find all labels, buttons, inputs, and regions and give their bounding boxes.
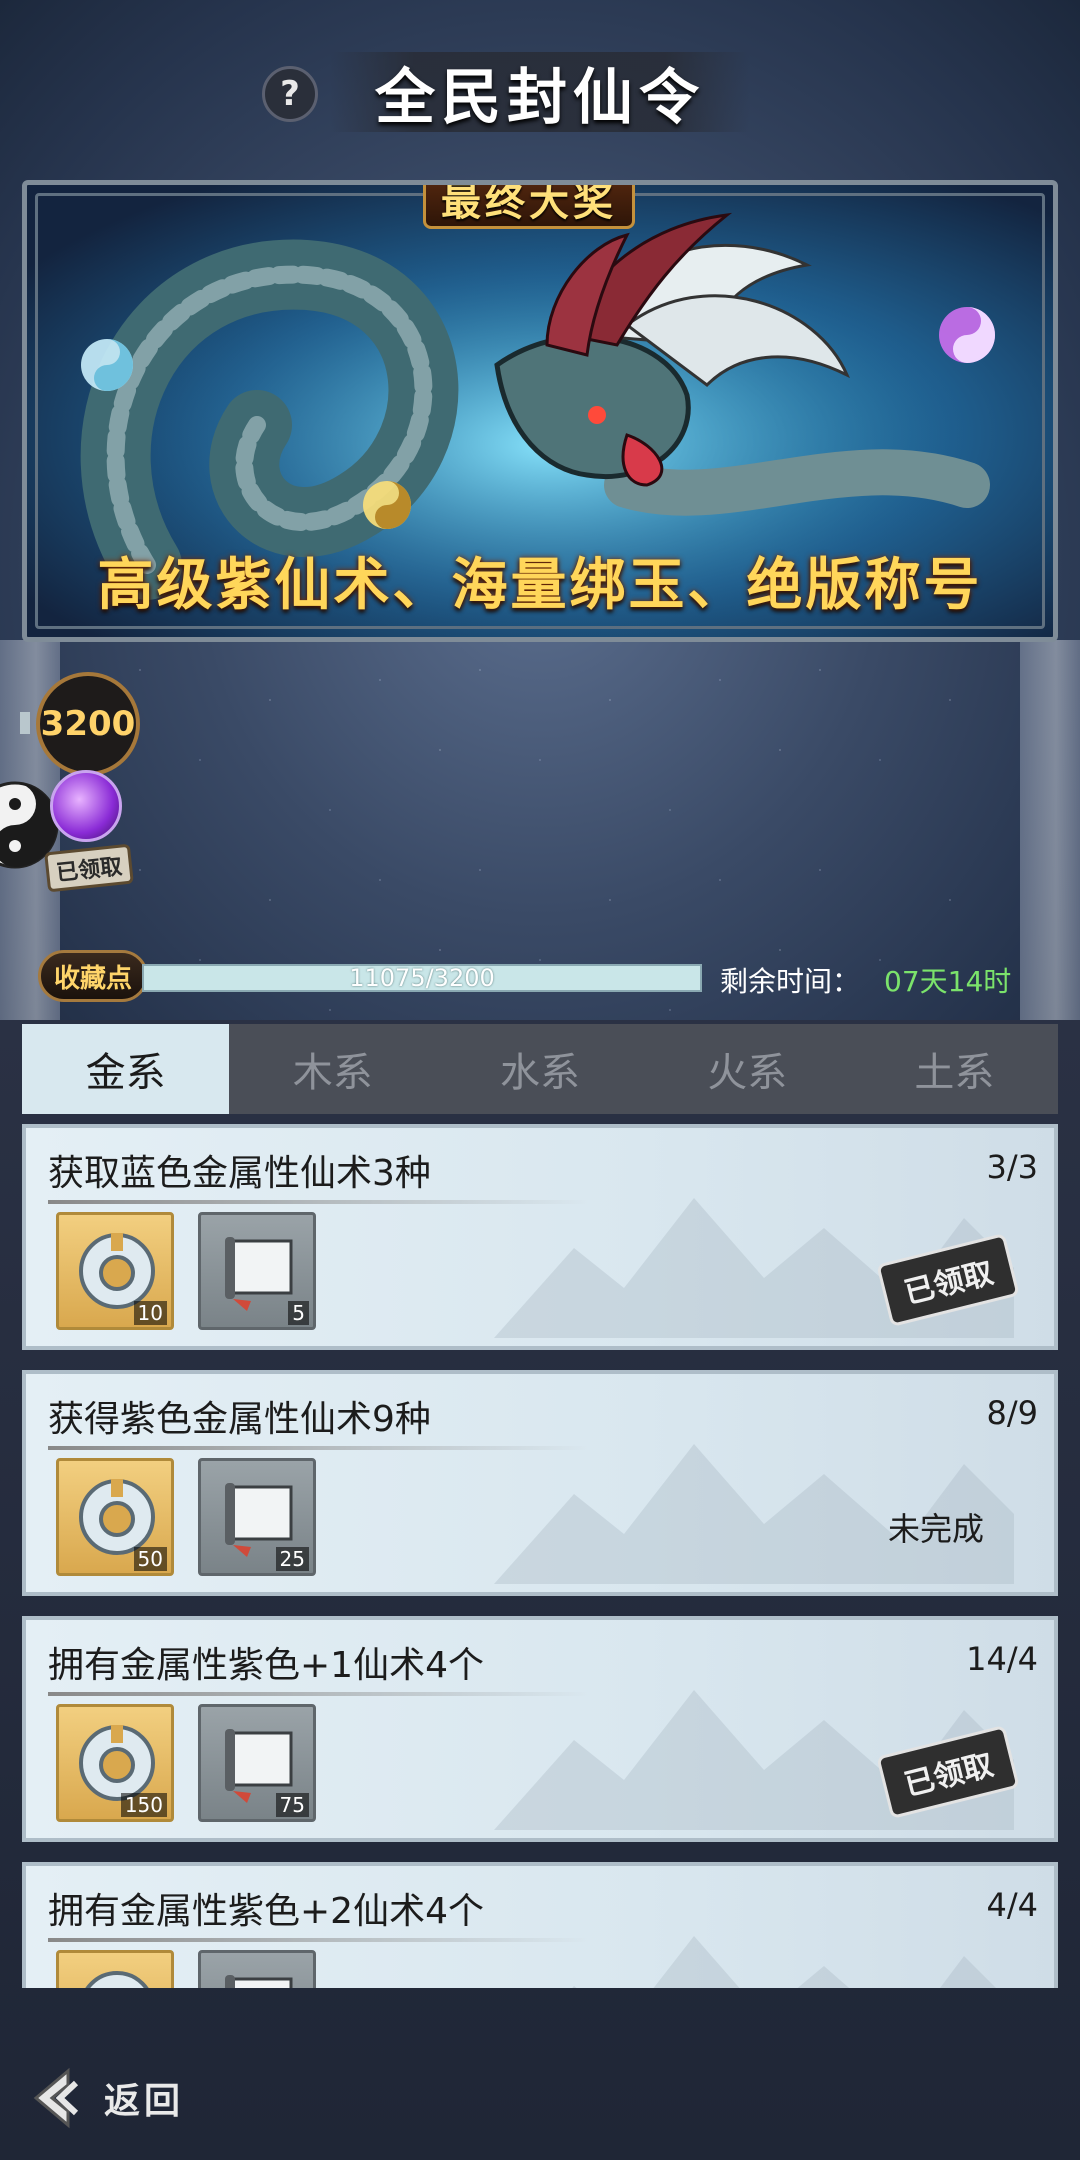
page-title: 全民封仙令 [375, 62, 705, 133]
task-card: 拥有金属性紫色+2仙术4个 4/4 [22, 1862, 1058, 1988]
tab-fire[interactable]: 火系 [644, 1024, 851, 1114]
tab-wood[interactable]: 木系 [229, 1024, 436, 1114]
question-mark-icon: ? [280, 74, 300, 114]
jade-ring-reward[interactable]: 50 [56, 1458, 174, 1576]
jade-ring-reward[interactable]: 10 [56, 1212, 174, 1330]
grand-prize-tag: 最终大奖 [423, 185, 635, 229]
jade-ring-reward[interactable]: 150 [56, 1704, 174, 1822]
reward-count: 150 [120, 1793, 167, 1817]
collect-progress-bar: 11075/3200 [142, 964, 702, 992]
scroll-reward[interactable]: 25 [198, 1458, 316, 1576]
remaining-time-label: 剩余时间： [720, 965, 861, 998]
task-title: 拥有金属性紫色+1仙术4个 [48, 1645, 484, 1686]
starfield [120, 640, 1000, 1020]
task-card: 拥有金属性紫色+1仙术4个 14/4 150 75 已领取 [22, 1616, 1058, 1842]
task-title: 获得紫色金属性仙术9种 [48, 1399, 431, 1440]
reward-count: 5 [288, 1301, 309, 1325]
back-arrow-icon [33, 2067, 79, 2129]
tab-water[interactable]: 水系 [436, 1024, 643, 1114]
curtain-right [1020, 640, 1080, 1040]
task-progress: 8/9 [986, 1394, 1039, 1432]
scroll-reward[interactable]: 5 [198, 1212, 316, 1330]
milestone-badge[interactable]: 3200 [36, 672, 140, 776]
reward-count: 10 [133, 1301, 167, 1325]
mountain-decoration [572, 1936, 996, 1988]
remaining-time-value: 07天14时 [884, 965, 1012, 998]
task-progress: 14/4 [966, 1640, 1038, 1678]
mountain-decoration [494, 1444, 1014, 1584]
banner-reward-text: 高级紫仙术、海量绑玉、绝版称号 [97, 551, 983, 618]
jade-ring-reward[interactable] [56, 1950, 174, 1988]
task-list[interactable]: 获取蓝色金属性仙术3种 3/3 10 5 已领取 获得紫色金属性仙术9种 8/9… [22, 1124, 1058, 1988]
task-divider [48, 1446, 588, 1450]
task-progress: 3/3 [986, 1148, 1039, 1186]
task-divider [48, 1692, 588, 1696]
tab-earth[interactable]: 土系 [851, 1024, 1058, 1114]
element-tabs: 金系 木系 水系 火系 土系 [22, 1024, 1058, 1114]
task-divider [48, 1200, 588, 1204]
collect-points-label: 收藏点 [38, 950, 148, 1002]
task-card: 获取蓝色金属性仙术3种 3/3 10 5 已领取 [22, 1124, 1058, 1350]
reward-count: 75 [275, 1793, 309, 1817]
jade-ring-icon [85, 1971, 149, 1988]
back-button[interactable]: 返回 [26, 2060, 206, 2136]
scroll-icon [225, 1975, 293, 1988]
scroll-reward[interactable] [198, 1950, 316, 1988]
task-progress: 4/4 [986, 1886, 1039, 1924]
back-label: 返回 [104, 2080, 185, 2122]
milestone-marker [20, 712, 30, 734]
task-title: 获取蓝色金属性仙术3种 [48, 1153, 431, 1194]
incomplete-status: 未完成 [887, 1510, 984, 1548]
reward-count: 25 [275, 1547, 309, 1571]
task-title: 拥有金属性紫色+2仙术4个 [48, 1891, 484, 1932]
help-button[interactable]: ? [262, 66, 318, 122]
reward-count: 50 [133, 1547, 167, 1571]
progress-text: 11075/3200 [349, 964, 495, 992]
task-divider [48, 1938, 588, 1942]
purple-skill-icon[interactable] [50, 770, 122, 842]
scroll-reward[interactable]: 75 [198, 1704, 316, 1822]
task-card: 获得紫色金属性仙术9种 8/9 50 25 未完成 [22, 1370, 1058, 1596]
tab-metal[interactable]: 金系 [22, 1024, 230, 1114]
